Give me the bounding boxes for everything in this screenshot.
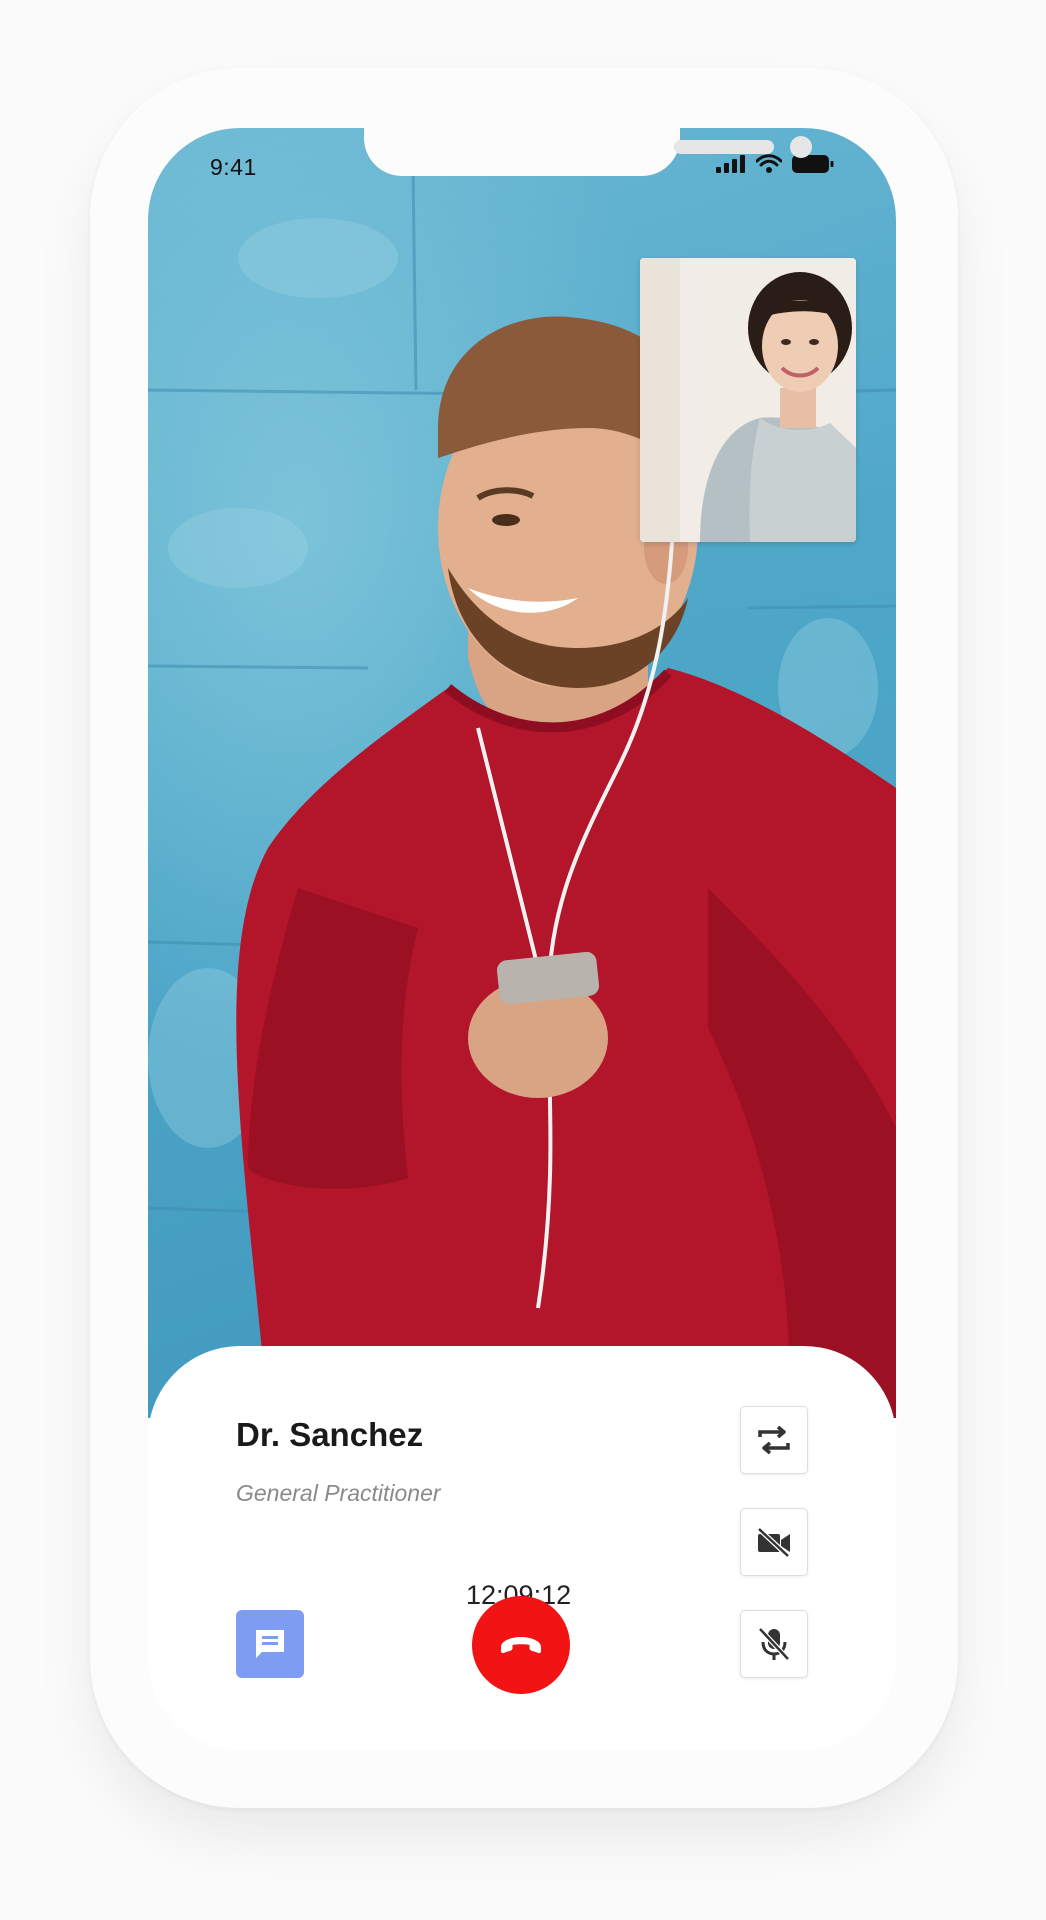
- switch-camera-button[interactable]: [740, 1406, 808, 1474]
- switch-camera-icon: [758, 1425, 790, 1455]
- speaker-grille: [674, 140, 774, 154]
- doctor-role: General Practitioner: [236, 1480, 441, 1506]
- toggle-video-button[interactable]: [740, 1508, 808, 1576]
- chat-button[interactable]: [236, 1610, 304, 1678]
- front-camera: [790, 136, 812, 158]
- mute-button[interactable]: [740, 1610, 808, 1678]
- doctor-name: Dr. Sanchez: [236, 1416, 424, 1453]
- chat-icon: [256, 1630, 284, 1658]
- notch: [364, 128, 812, 176]
- call-info-panel: Dr. Sanchez General Practitioner 12:09:1…: [148, 1346, 896, 1750]
- call-screen: 9:41 Dr. Sanchez General Practitioner 12…: [148, 128, 896, 1750]
- signal-icon: [716, 155, 745, 173]
- mic-off-icon: [758, 1627, 790, 1661]
- end-call-icon: [501, 1637, 541, 1654]
- end-call-button[interactable]: [472, 1596, 570, 1694]
- wifi-icon: [756, 154, 782, 173]
- stage: 9:41 Dr. Sanchez General Practitioner 12…: [0, 0, 1046, 1920]
- status-icons: [716, 154, 834, 174]
- status-time: 9:41: [210, 154, 257, 180]
- self-preview-figure: [640, 258, 856, 542]
- video-off-icon: [757, 1527, 790, 1558]
- self-preview-video[interactable]: [640, 258, 856, 542]
